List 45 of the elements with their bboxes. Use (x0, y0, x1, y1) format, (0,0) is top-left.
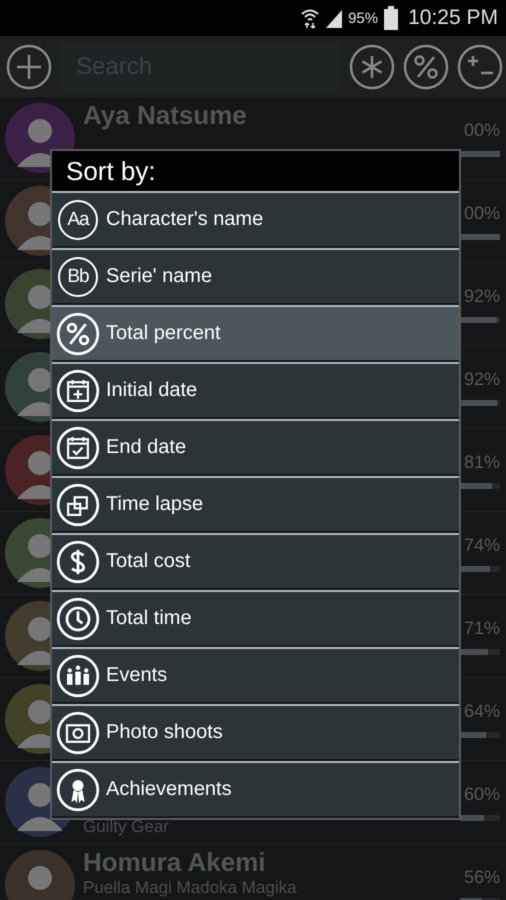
clock-time: 10:25 PM (408, 6, 498, 30)
battery-percent: 95% (348, 10, 378, 26)
percent-value: 00% (464, 202, 500, 224)
camera-icon (56, 710, 100, 754)
letters-icon: Aa (58, 200, 98, 240)
percent-icon[interactable] (403, 44, 449, 90)
sort-option[interactable]: Events (52, 647, 459, 704)
dollar-icon (56, 540, 100, 584)
asterisk-icon[interactable] (349, 44, 395, 90)
sort-option[interactable]: Initial date (52, 362, 459, 419)
percent-value: 60% (464, 784, 500, 804)
sort-option[interactable]: Total percent (52, 305, 459, 362)
sort-option[interactable]: Total cost (52, 533, 459, 590)
calendar-plus-icon (56, 368, 100, 412)
add-icon[interactable] (6, 44, 52, 90)
sort-option[interactable]: Aa Character's name (52, 191, 459, 248)
clock-icon (56, 596, 100, 640)
character-name: Aya Natsume (83, 101, 248, 130)
percent-value: 92% (464, 286, 500, 306)
sort-option[interactable]: End date (52, 419, 459, 476)
percent-value: 81% (464, 452, 500, 472)
letters-icon: Bb (58, 256, 98, 296)
ribbon-icon (56, 768, 100, 812)
sort-option[interactable]: Bb Serie' name (52, 248, 459, 305)
character-name: Homura Akemi (83, 848, 267, 877)
percent-value: 92% (464, 368, 500, 390)
calendar-check-icon (56, 426, 100, 470)
windows-icon (56, 482, 100, 526)
percent-value: 71% (464, 618, 500, 638)
avatar-icon (5, 850, 75, 900)
signal-icon (324, 8, 344, 28)
percent-icon (56, 312, 100, 356)
percent-value: 74% (464, 534, 500, 556)
wifi-icon (300, 7, 320, 29)
sort-option[interactable]: Time lapse (52, 476, 459, 533)
sort-option[interactable]: Photo shoots (52, 704, 459, 761)
percent-value: 56% (464, 866, 500, 888)
percent-value: 00% (464, 120, 500, 140)
dialog-title: Sort by: (66, 156, 156, 186)
sort-option[interactable]: Total time (52, 590, 459, 647)
sort-option[interactable]: Achievements (52, 761, 459, 818)
people-icon (56, 654, 100, 698)
battery-icon (384, 6, 398, 30)
percent-value: 64% (464, 700, 500, 722)
plus-minus-icon[interactable] (457, 44, 503, 90)
